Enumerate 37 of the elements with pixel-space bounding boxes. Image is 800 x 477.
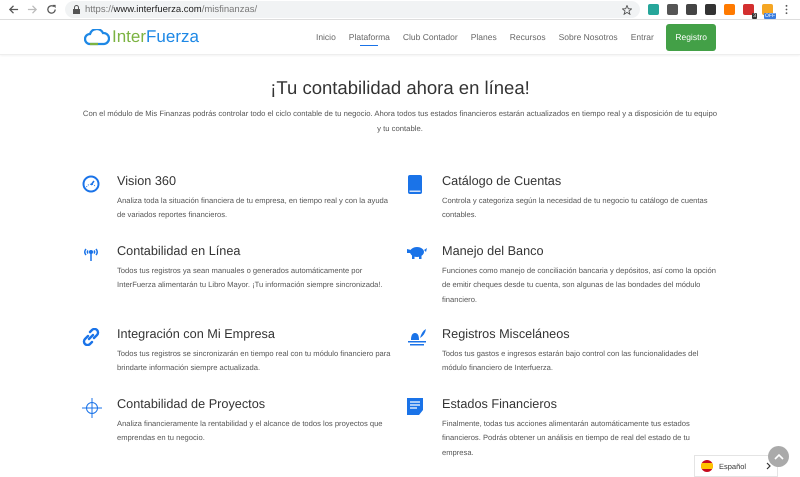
cloud-logo-icon[interactable]	[84, 28, 110, 46]
reload-icon[interactable]	[46, 4, 57, 15]
address-bar[interactable]: https://www.interfuerza.com/misfinanzas/	[65, 1, 640, 18]
nav-link[interactable]: Plataforma	[342, 20, 396, 54]
feature-title: Vision 360	[117, 174, 178, 188]
link-icon	[82, 328, 100, 346]
lock-icon	[73, 5, 80, 14]
url-text: https://www.interfuerza.com/misfinanzas/	[85, 4, 258, 15]
back-icon[interactable]	[8, 4, 19, 15]
crosshair-icon	[82, 398, 102, 418]
feature-title: Manejo del Banco	[442, 244, 545, 258]
nav-link[interactable]: Planes	[464, 20, 504, 54]
extension-icon[interactable]	[686, 4, 697, 15]
nav-link[interactable]: Recursos	[503, 20, 552, 54]
feature-title: Registros Misceláneos	[442, 327, 571, 341]
feature-title: Estados Financieros	[442, 397, 558, 411]
nav-link[interactable]: Inicio	[309, 20, 342, 54]
brand-name[interactable]: InterFuerza	[112, 27, 199, 47]
feature-title: Contabilidad de Proyectos	[117, 397, 266, 411]
extension-icon[interactable]	[705, 4, 716, 15]
bell-feather-icon	[407, 328, 427, 346]
page-heading: ¡Tu contabilidad ahora en línea!	[270, 77, 530, 99]
extension-icon[interactable]	[667, 4, 678, 15]
gauge-icon	[82, 175, 100, 193]
nav-link[interactable]: Entrar	[624, 20, 660, 54]
nav-link[interactable]: Club Contador	[396, 20, 464, 54]
chevron-up-icon	[774, 454, 784, 460]
register-button[interactable]: Registro	[666, 24, 716, 50]
spain-flag-icon	[701, 460, 713, 472]
feature-title: Catálogo de Cuentas	[442, 174, 562, 188]
document-icon	[407, 398, 423, 415]
feature-title: Contabilidad en Línea	[117, 244, 242, 258]
star-icon[interactable]	[622, 4, 632, 14]
book-icon	[407, 175, 423, 194]
feature-title: Integración con Mi Empresa	[117, 327, 276, 341]
piggy-bank-icon	[407, 245, 427, 259]
nav-link[interactable]: Sobre Nosotros	[552, 20, 624, 54]
